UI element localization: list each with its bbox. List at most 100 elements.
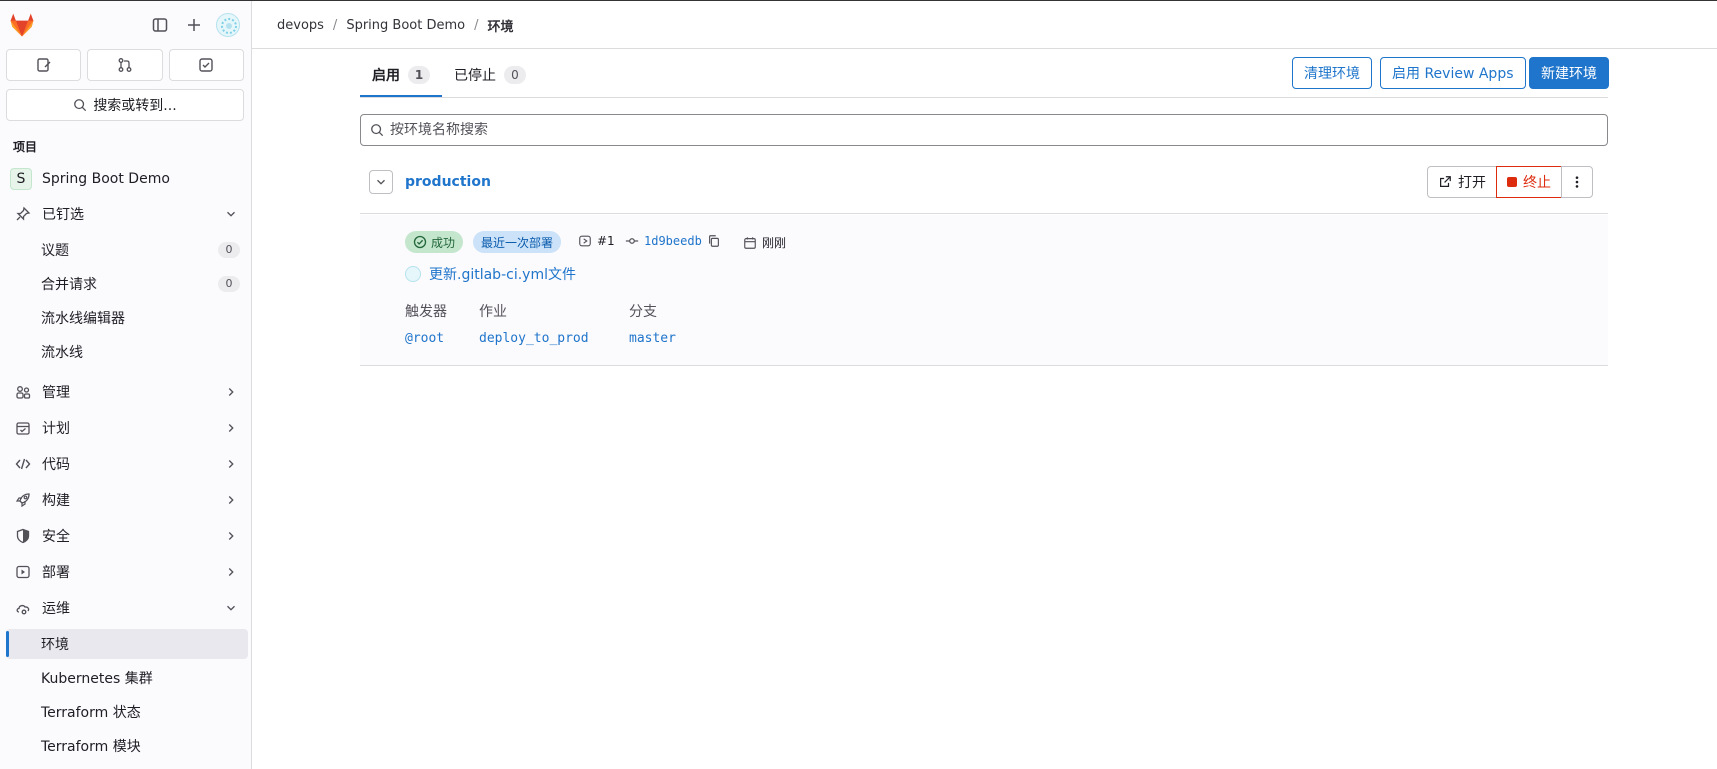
project-avatar: S xyxy=(10,168,32,190)
sidebar-item-plan[interactable]: 计划 xyxy=(6,413,248,443)
tab-label: 已停止 xyxy=(454,67,496,84)
issues-count-badge: 0 xyxy=(218,242,240,258)
deployment-column-branch: 分支 master xyxy=(629,301,676,346)
sidebar-item-terraform-states[interactable]: Terraform 状态 xyxy=(6,697,248,727)
sidebar-item-label: 流水线 xyxy=(41,345,83,361)
commit-title-link[interactable]: 更新.gitlab-ci.yml文件 xyxy=(429,264,576,284)
users-icon xyxy=(14,383,32,401)
sidebar-item-code[interactable]: 代码 xyxy=(6,449,248,479)
sidebar-item-issues[interactable]: 议题 0 xyxy=(6,235,248,265)
sidebar-item-terraform-modules[interactable]: Terraform 模块 xyxy=(6,731,248,761)
sidebar-item-label: 代码 xyxy=(42,457,70,473)
environment-search-input[interactable] xyxy=(390,122,1590,138)
assigned-issues-button[interactable] xyxy=(6,49,82,81)
project-link[interactable]: S Spring Boot Demo xyxy=(6,164,248,194)
sidebar-item-label: 管理 xyxy=(42,385,70,401)
clean-environments-button[interactable]: 清理环境 xyxy=(1292,57,1372,89)
sidebar-item-manage[interactable]: 管理 xyxy=(6,377,248,407)
merge-requests-button[interactable] xyxy=(87,49,163,81)
chevron-down-icon xyxy=(227,605,235,611)
sidebar-item-secure[interactable]: 安全 xyxy=(6,521,248,551)
open-environment-label: 打开 xyxy=(1458,175,1486,191)
breadcrumb-item-project[interactable]: Spring Boot Demo xyxy=(346,18,465,33)
more-actions-button[interactable] xyxy=(1561,166,1593,198)
gitlab-logo-icon[interactable] xyxy=(8,11,36,39)
cloud-gear-icon xyxy=(14,599,32,617)
sidebar-item-operate[interactable]: 运维 xyxy=(6,593,248,623)
sidebar-item-kubernetes[interactable]: Kubernetes 集群 xyxy=(6,663,248,693)
environment-search xyxy=(360,114,1608,146)
environment-details: 成功 最近一次部署 #1 1d9beedb 刚刚 更新.gitlab-ci.ym… xyxy=(360,215,1608,366)
sidebar-item-label: 议题 xyxy=(41,243,69,259)
tab-available[interactable]: 启用 1 xyxy=(360,52,442,97)
breadcrumb-item-group[interactable]: devops xyxy=(277,18,324,33)
deployment-icon xyxy=(579,235,591,247)
sidebar-item-pipelines[interactable]: 流水线 xyxy=(6,337,248,367)
chevron-right-icon xyxy=(228,460,234,468)
todo-icon xyxy=(199,58,214,72)
commit-author-avatar xyxy=(405,266,421,282)
tab-stopped[interactable]: 已停止 0 xyxy=(442,52,538,97)
triggerer-link[interactable]: @root xyxy=(405,331,447,346)
sidebar-item-merge-requests[interactable]: 合并请求 0 xyxy=(6,269,248,299)
column-header: 作业 xyxy=(479,304,507,320)
todo-list-button[interactable] xyxy=(168,49,244,81)
branch-link[interactable]: master xyxy=(629,331,676,346)
deployment-column-job: 作业 deploy_to_prod xyxy=(479,301,589,346)
sidebar-item-label: 环境 xyxy=(41,637,69,653)
sidebar-item-label: 合并请求 xyxy=(41,277,97,293)
sidebar-item-pinned[interactable]: 已钉选 xyxy=(6,199,248,229)
breadcrumb-item-current[interactable]: 环境 xyxy=(487,16,513,35)
chevron-right-icon xyxy=(228,568,234,576)
sidebar-item-build[interactable]: 构建 xyxy=(6,485,248,515)
sidebar-item-label: Kubernetes 集群 xyxy=(41,671,153,687)
expand-toggle-button[interactable] xyxy=(369,170,393,194)
calendar-icon xyxy=(744,236,756,249)
environment-name-link[interactable]: production xyxy=(405,174,491,190)
sidebar-item-label: 部署 xyxy=(42,565,70,581)
search-icon xyxy=(74,99,87,112)
status-badge[interactable]: 成功 xyxy=(405,231,464,253)
tabs-divider xyxy=(360,97,1608,98)
sidebar-header xyxy=(0,1,252,49)
sidebar-item-label: 安全 xyxy=(42,529,70,545)
breadcrumb: devops / Spring Boot Demo / 环境 xyxy=(277,16,513,35)
toggle-sidebar-icon[interactable] xyxy=(148,13,172,37)
create-new-icon[interactable] xyxy=(182,13,206,37)
open-environment-button[interactable]: 打开 xyxy=(1427,166,1497,198)
sidebar-item-label: 构建 xyxy=(42,493,70,509)
search-button[interactable]: 搜索或转到... xyxy=(6,89,244,121)
latest-deployment-badge: 最近一次部署 xyxy=(473,231,562,253)
sidebar-item-environments[interactable]: 环境 xyxy=(6,629,248,659)
commit-sha-link[interactable]: 1d9beedb xyxy=(644,234,702,248)
environment-row: production 打开 终止 xyxy=(360,158,1608,214)
new-environment-button[interactable]: 新建环境 xyxy=(1529,57,1609,89)
sidebar-item-pipeline-editor[interactable]: 流水线编辑器 xyxy=(6,303,248,333)
tab-count-badge: 1 xyxy=(408,65,430,84)
quick-actions xyxy=(6,49,244,81)
stop-environment-button[interactable]: 终止 xyxy=(1496,166,1562,198)
column-header: 分支 xyxy=(629,304,657,320)
sidebar-item-deploy[interactable]: 部署 xyxy=(6,557,248,587)
copy-icon[interactable] xyxy=(707,234,721,248)
sidebar-item-label: 流水线编辑器 xyxy=(41,311,125,327)
calendar-check-icon xyxy=(14,419,32,437)
user-avatar[interactable] xyxy=(216,13,240,37)
sidebar: 搜索或转到... 项目 S Spring Boot Demo 已钉选 议题 0 … xyxy=(0,1,252,769)
column-header: 触发器 xyxy=(405,304,447,320)
issues-icon xyxy=(36,58,51,72)
enable-review-apps-button[interactable]: 启用 Review Apps xyxy=(1380,57,1526,89)
status-text: 成功 xyxy=(431,235,456,250)
deployment-time-text: 刚刚 xyxy=(762,236,787,250)
sidebar-item-label: 已钉选 xyxy=(42,207,84,223)
ellipsis-vertical-icon xyxy=(1575,176,1579,188)
project-name: Spring Boot Demo xyxy=(42,171,170,187)
status-success-icon xyxy=(413,235,427,249)
breadcrumb-separator: / xyxy=(474,18,479,33)
code-icon xyxy=(14,455,32,473)
chevron-down-icon xyxy=(227,211,235,217)
sidebar-item-label: 计划 xyxy=(42,421,70,437)
commit-icon xyxy=(625,238,639,244)
job-link[interactable]: deploy_to_prod xyxy=(479,331,589,346)
breadcrumb-separator: / xyxy=(332,18,338,33)
